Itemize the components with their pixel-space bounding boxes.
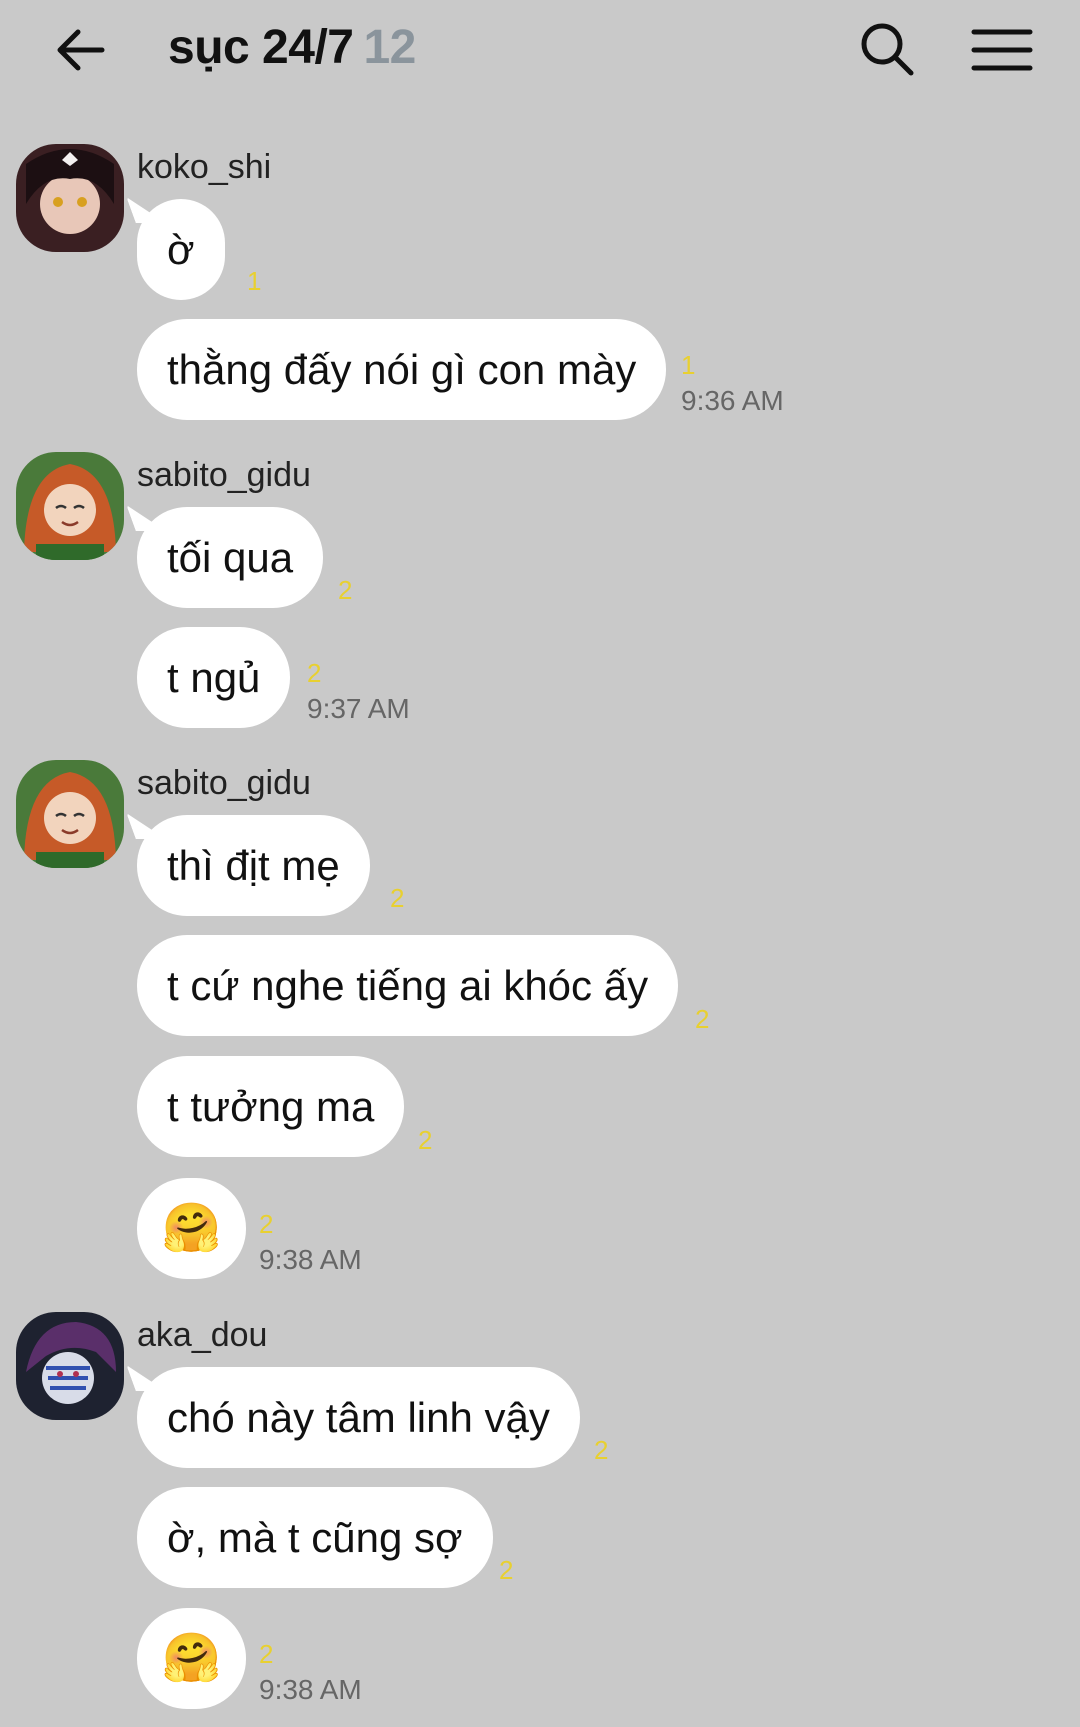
message-bubble[interactable]: ờ, mà t cũng sợ bbox=[137, 1487, 493, 1588]
search-icon bbox=[861, 23, 914, 76]
message-bubble[interactable]: t tưởng ma bbox=[137, 1056, 405, 1157]
read-count: 2 bbox=[259, 1639, 274, 1669]
avatar-image bbox=[16, 1312, 124, 1420]
message-time: 9:37 AM bbox=[307, 693, 410, 724]
hamburger-menu-icon bbox=[971, 29, 1033, 71]
avatar-image bbox=[16, 760, 124, 868]
back-button[interactable] bbox=[52, 22, 112, 78]
read-count: 1 bbox=[247, 266, 262, 296]
message-bubble[interactable]: thằng đấy nói gì con mày bbox=[137, 319, 667, 420]
message-time: 9:38 AM bbox=[259, 1244, 362, 1275]
read-count: 2 bbox=[307, 658, 322, 688]
message-bubble[interactable]: t cứ nghe tiếng ai khóc ấy bbox=[137, 935, 679, 1036]
arrow-left-icon bbox=[57, 29, 105, 71]
group-name: sục 24/7 bbox=[168, 21, 354, 74]
avatar-image bbox=[16, 452, 124, 560]
message-bubble[interactable]: thì địt mẹ bbox=[137, 815, 370, 916]
member-count: 12 bbox=[363, 21, 416, 74]
read-count: 2 bbox=[418, 1125, 433, 1155]
sender-name: aka_dou bbox=[137, 1316, 268, 1354]
chat-title: sục 24/7 12 bbox=[168, 20, 416, 75]
read-count: 2 bbox=[259, 1209, 274, 1239]
read-count: 2 bbox=[594, 1435, 609, 1465]
read-count: 2 bbox=[695, 1004, 710, 1034]
chat-header: sục 24/7 12 bbox=[0, 0, 1080, 100]
avatar-koko-shi[interactable] bbox=[16, 144, 124, 252]
message-time: 9:38 AM bbox=[259, 1674, 362, 1705]
avatar-sabito-gidu[interactable] bbox=[16, 760, 124, 868]
read-count: 2 bbox=[390, 883, 405, 913]
sender-name: sabito_gidu bbox=[137, 764, 311, 802]
message-bubble[interactable]: tối qua bbox=[137, 507, 324, 608]
sender-name: koko_shi bbox=[137, 148, 272, 186]
avatar-image bbox=[16, 144, 124, 252]
search-button[interactable] bbox=[858, 20, 918, 80]
menu-button[interactable] bbox=[970, 22, 1034, 78]
read-count: 1 bbox=[681, 350, 696, 380]
avatar-aka-dou[interactable] bbox=[16, 1312, 124, 1420]
emoji-message[interactable]: 🤗 bbox=[137, 1608, 246, 1709]
avatar-sabito-gidu[interactable] bbox=[16, 452, 124, 560]
message-bubble[interactable]: ờ bbox=[137, 199, 225, 300]
read-count: 2 bbox=[499, 1555, 514, 1585]
sender-name: sabito_gidu bbox=[137, 456, 311, 494]
emoji-message[interactable]: 🤗 bbox=[137, 1178, 246, 1279]
message-bubble[interactable]: t ngủ bbox=[137, 627, 291, 728]
message-bubble[interactable]: chó này tâm linh vậy bbox=[137, 1367, 580, 1468]
message-time: 9:36 AM bbox=[681, 385, 784, 416]
read-count: 2 bbox=[338, 575, 353, 605]
